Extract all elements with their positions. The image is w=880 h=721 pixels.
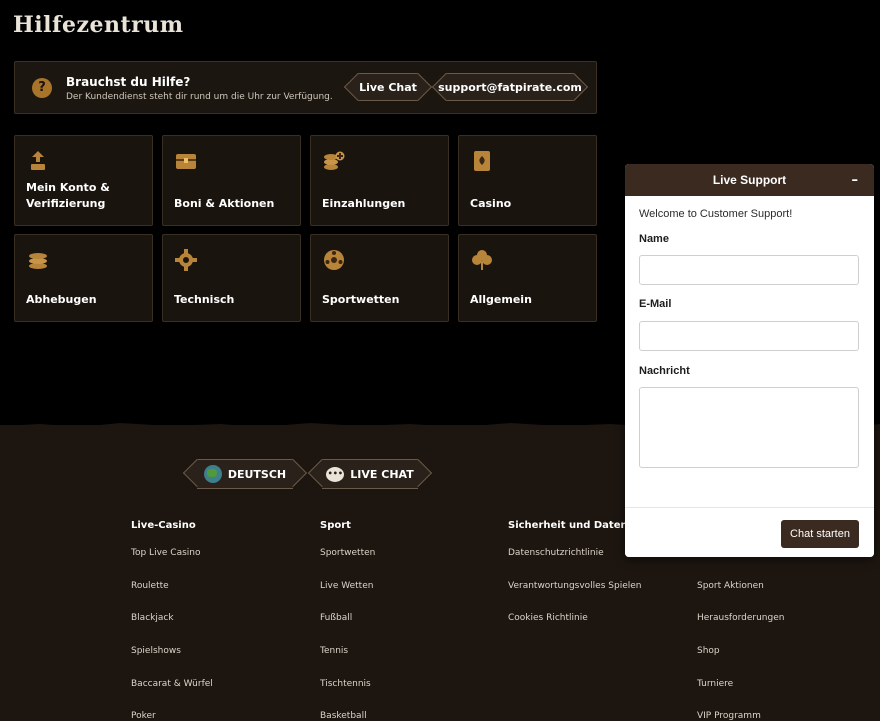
globe-icon <box>203 465 222 483</box>
support-email-button[interactable]: support@fatpirate.com <box>438 73 582 101</box>
category-account[interactable]: Mein Konto & Verifizierung <box>14 135 153 226</box>
category-label: Boni & Aktionen <box>174 197 275 210</box>
category-label: Casino <box>470 197 512 210</box>
chat-header: Live Support – <box>625 164 874 196</box>
language-label: DEUTSCH <box>227 467 287 481</box>
footer-link[interactable]: Roulette <box>131 581 213 614</box>
support-email-label: support@fatpirate.com <box>438 80 582 94</box>
footer-links-promotions: Sport Aktionen Herausforderungen Shop Tu… <box>697 548 784 721</box>
category-label: Sportwetten <box>322 293 400 306</box>
gear-icon <box>175 249 197 271</box>
footer-link[interactable]: Cookies Richtlinie <box>508 613 641 646</box>
footer-column-title: Sport <box>320 520 351 531</box>
footer-link[interactable]: Datenschutzrichtlinie <box>508 548 641 581</box>
language-button[interactable]: DEUTSCH <box>197 459 293 489</box>
category-deposits[interactable]: Einzahlungen <box>310 135 449 226</box>
footer-live-chat-label: LIVE CHAT <box>350 467 414 481</box>
footer-links-sport: Sportwetten Live Wetten Fußball Tennis T… <box>320 548 375 721</box>
footer-column-live-casino: Live-Casino <box>131 520 196 547</box>
footer-column-sport: Sport <box>320 520 351 547</box>
chat-welcome-text: Welcome to Customer Support! <box>639 208 793 220</box>
football-icon <box>323 249 345 271</box>
help-title: Brauchst du Hilfe? <box>66 75 191 89</box>
page-title: Hilfezentrum <box>13 12 184 38</box>
start-chat-button[interactable]: Chat starten <box>781 520 859 548</box>
footer-column-title: Live-Casino <box>131 520 196 531</box>
category-technical[interactable]: Technisch <box>162 234 301 322</box>
coin-stack-plus-icon <box>323 150 345 172</box>
message-textarea[interactable] <box>639 387 859 468</box>
footer-link[interactable]: Poker <box>131 711 213 721</box>
footer-link[interactable]: Tischtennis <box>320 679 375 712</box>
footer-links-security: Datenschutzrichtlinie Verantwortungsvoll… <box>508 548 641 646</box>
footer-link[interactable]: Blackjack <box>131 613 213 646</box>
live-support-panel: Live Support – Welcome to Customer Suppo… <box>625 164 874 557</box>
category-general[interactable]: Allgemein <box>458 234 597 322</box>
footer-link[interactable]: Spielshows <box>131 646 213 679</box>
footer-link[interactable]: VIP Programm <box>697 711 784 721</box>
chat-bubble-icon: ••• <box>326 466 345 482</box>
category-withdrawals[interactable]: Abhebugen <box>14 234 153 322</box>
coin-stack-icon <box>27 249 49 271</box>
name-input[interactable] <box>639 255 859 285</box>
category-sports-betting[interactable]: Sportwetten <box>310 234 449 322</box>
chat-header-title: Live Support <box>712 173 787 187</box>
help-subtitle: Der Kundendienst steht dir rund um die U… <box>66 92 333 102</box>
footer-link[interactable]: Tennis <box>320 646 375 679</box>
treasure-chest-icon <box>175 150 197 172</box>
footer-link[interactable]: Sport Aktionen <box>697 581 784 614</box>
footer-link[interactable]: Fußball <box>320 613 375 646</box>
chat-footer: Chat starten <box>625 507 874 557</box>
account-icon <box>27 150 49 172</box>
footer-link[interactable]: Top Live Casino <box>131 548 213 581</box>
footer-column-security: Sicherheit und Datensc <box>508 520 639 547</box>
footer-link[interactable]: Turniere <box>697 679 784 712</box>
footer-link[interactable]: Verantwortungsvolles Spielen <box>508 581 641 614</box>
category-label: Allgemein <box>470 293 532 306</box>
minimize-icon[interactable]: – <box>852 173 859 188</box>
category-label: Mein Konto & Verifizierung <box>26 181 110 210</box>
email-label: E-Mail <box>639 298 672 310</box>
footer-link[interactable]: Sportwetten <box>320 548 375 581</box>
category-label: Abhebugen <box>26 293 97 306</box>
footer-link[interactable]: Live Wetten <box>320 581 375 614</box>
footer-link[interactable]: Baccarat & Würfel <box>131 679 213 712</box>
question-icon: ? <box>32 78 52 98</box>
email-input[interactable] <box>639 321 859 351</box>
footer-link[interactable]: Shop <box>697 646 784 679</box>
category-bonus[interactable]: Boni & Aktionen <box>162 135 301 226</box>
category-label: Einzahlungen <box>322 197 406 210</box>
category-casino[interactable]: Casino <box>458 135 597 226</box>
message-label: Nachricht <box>639 365 690 377</box>
footer-links-live-casino: Top Live Casino Roulette Blackjack Spiel… <box>131 548 213 721</box>
footer-live-chat-button[interactable]: ••• LIVE CHAT <box>322 459 418 489</box>
live-chat-label: Live Chat <box>359 80 417 94</box>
clover-icon <box>471 249 493 271</box>
playing-card-icon <box>471 150 493 172</box>
name-label: Name <box>639 233 669 245</box>
footer-link[interactable]: Herausforderungen <box>697 613 784 646</box>
footer-link[interactable]: Basketball <box>320 711 375 721</box>
category-label: Technisch <box>174 293 235 306</box>
live-chat-button[interactable]: Live Chat <box>358 73 418 101</box>
footer-column-title: Sicherheit und Datensc <box>508 520 640 531</box>
